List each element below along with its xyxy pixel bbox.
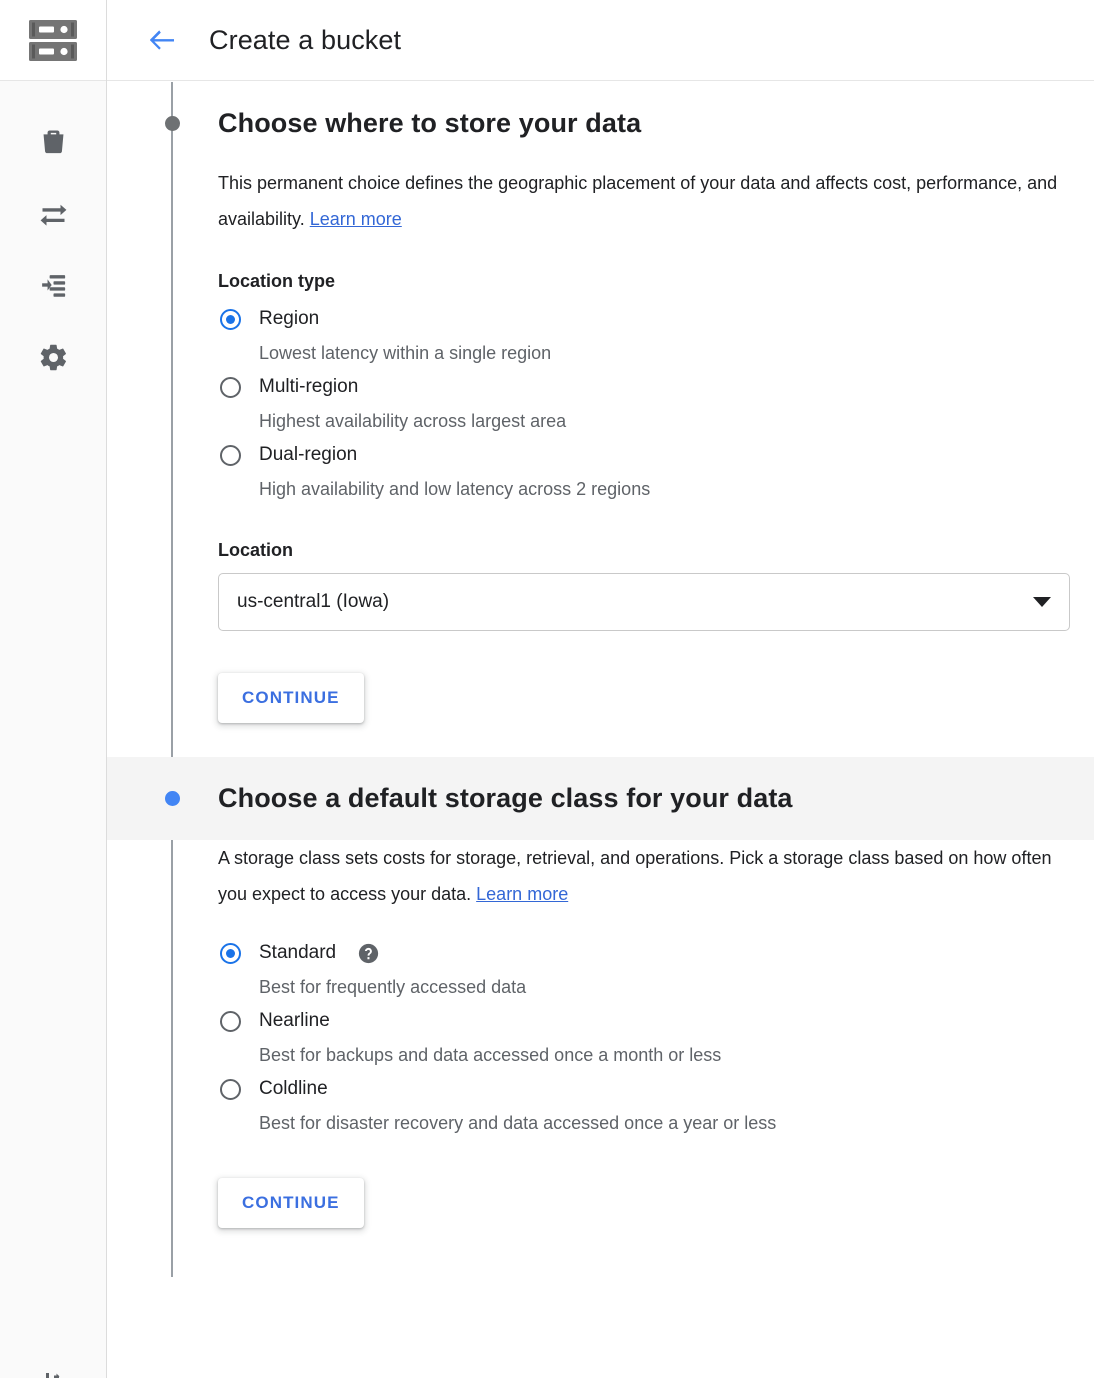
gear-icon xyxy=(38,342,69,373)
radio-desc-standard: Best for frequently accessed data xyxy=(259,972,1070,1002)
step-2-bullet xyxy=(165,791,180,806)
help-icon-standard[interactable] xyxy=(358,943,379,964)
sidebar-item-monitoring[interactable] xyxy=(0,249,106,321)
sidebar-item-buckets[interactable] xyxy=(0,105,106,177)
radio-label-standard: Standard xyxy=(259,942,336,964)
step-1-description: This permanent choice defines the geogra… xyxy=(218,165,1070,237)
radio-label-multi-region: Multi-region xyxy=(259,376,358,398)
partial-cut-icon xyxy=(40,1364,66,1378)
radio-row-coldline[interactable]: Coldline xyxy=(218,1070,1070,1108)
chevron-down-icon xyxy=(1033,597,1051,607)
radio-row-dual-region[interactable]: Dual-region xyxy=(218,436,1070,474)
radio-label-region: Region xyxy=(259,308,319,330)
rail-partial-icon[interactable] xyxy=(0,1348,106,1378)
sidebar-item-settings[interactable] xyxy=(0,321,106,393)
transfer-icon xyxy=(37,197,70,230)
list-icon xyxy=(38,270,69,301)
location-label: Location xyxy=(218,540,1070,561)
bucket-icon xyxy=(38,126,69,157)
radio-button-standard[interactable] xyxy=(220,943,241,964)
radio-label-nearline: Nearline xyxy=(259,1010,330,1032)
question-mark-circle-icon xyxy=(358,943,379,964)
step-2-body: A storage class sets costs for storage, … xyxy=(107,840,1094,1228)
step-1-header: Choose where to store your data xyxy=(107,82,1094,165)
location-select[interactable]: us-central1 (Iowa) xyxy=(218,573,1070,631)
radio-desc-multi-region: Highest availability across largest area xyxy=(259,406,1070,436)
storage-rack-icon xyxy=(28,19,78,62)
radio-row-multi-region[interactable]: Multi-region xyxy=(218,368,1070,406)
left-icon-rail xyxy=(0,0,107,1378)
location-type-label: Location type xyxy=(218,271,1070,292)
radio-row-nearline[interactable]: Nearline xyxy=(218,1002,1070,1040)
radio-option-nearline[interactable]: Nearline Best for backups and data acces… xyxy=(218,1002,1070,1070)
radio-option-coldline[interactable]: Coldline Best for disaster recovery and … xyxy=(218,1070,1070,1138)
location-select-value: us-central1 (Iowa) xyxy=(237,591,1033,613)
radio-row-region[interactable]: Region xyxy=(218,300,1070,338)
radio-desc-region: Lowest latency within a single region xyxy=(259,338,1070,368)
step-2-header: Choose a default storage class for your … xyxy=(107,757,1094,840)
radio-label-coldline: Coldline xyxy=(259,1078,328,1100)
step-choose-storage-class: Choose a default storage class for your … xyxy=(107,757,1094,1228)
step-1-description-line1: This permanent choice defines the geogra… xyxy=(218,173,868,193)
page-title: Create a bucket xyxy=(209,25,401,56)
learn-more-link-storage-class[interactable]: Learn more xyxy=(476,884,568,904)
radio-option-multi-region[interactable]: Multi-region Highest availability across… xyxy=(218,368,1070,436)
step-2-title: Choose a default storage class for your … xyxy=(218,783,793,814)
radio-button-nearline[interactable] xyxy=(220,1011,241,1032)
radio-desc-nearline: Best for backups and data accessed once … xyxy=(259,1040,1070,1070)
app-logo-cell xyxy=(0,0,106,81)
step-2-description: A storage class sets costs for storage, … xyxy=(218,840,1070,912)
radio-option-dual-region[interactable]: Dual-region High availability and low la… xyxy=(218,436,1070,504)
main-content: Choose where to store your data This per… xyxy=(107,82,1094,1378)
radio-desc-dual-region: High availability and low latency across… xyxy=(259,474,1070,504)
back-arrow-icon xyxy=(147,27,177,53)
radio-button-region[interactable] xyxy=(220,309,241,330)
radio-row-standard[interactable]: Standard xyxy=(218,934,1070,972)
step-2-description-line1: A storage class sets costs for storage, … xyxy=(218,848,843,868)
radio-label-dual-region: Dual-region xyxy=(259,444,357,466)
sidebar-item-transfer[interactable] xyxy=(0,177,106,249)
radio-option-standard[interactable]: Standard Best for frequently accessed da… xyxy=(218,934,1070,1002)
create-bucket-page: Create a bucket Choose where to store yo… xyxy=(0,0,1094,1378)
step-1-body: This permanent choice defines the geogra… xyxy=(107,165,1094,723)
back-button[interactable] xyxy=(145,23,179,57)
radio-button-dual-region[interactable] xyxy=(220,445,241,466)
radio-desc-coldline: Best for disaster recovery and data acce… xyxy=(259,1108,1070,1138)
learn-more-link-location[interactable]: Learn more xyxy=(310,209,402,229)
rail-item-list xyxy=(0,81,106,393)
step-choose-location: Choose where to store your data This per… xyxy=(107,82,1094,723)
continue-button-location[interactable]: CONTINUE xyxy=(218,673,364,723)
radio-button-coldline[interactable] xyxy=(220,1079,241,1100)
continue-button-storage-class[interactable]: CONTINUE xyxy=(218,1178,364,1228)
radio-button-multi-region[interactable] xyxy=(220,377,241,398)
location-type-radio-group: Region Lowest latency within a single re… xyxy=(218,300,1070,504)
radio-option-region[interactable]: Region Lowest latency within a single re… xyxy=(218,300,1070,368)
page-header: Create a bucket xyxy=(107,0,1094,81)
step-1-title: Choose where to store your data xyxy=(218,108,641,139)
storage-class-radio-group: Standard Best for frequently accessed da… xyxy=(218,934,1070,1138)
step-1-bullet xyxy=(165,116,180,131)
